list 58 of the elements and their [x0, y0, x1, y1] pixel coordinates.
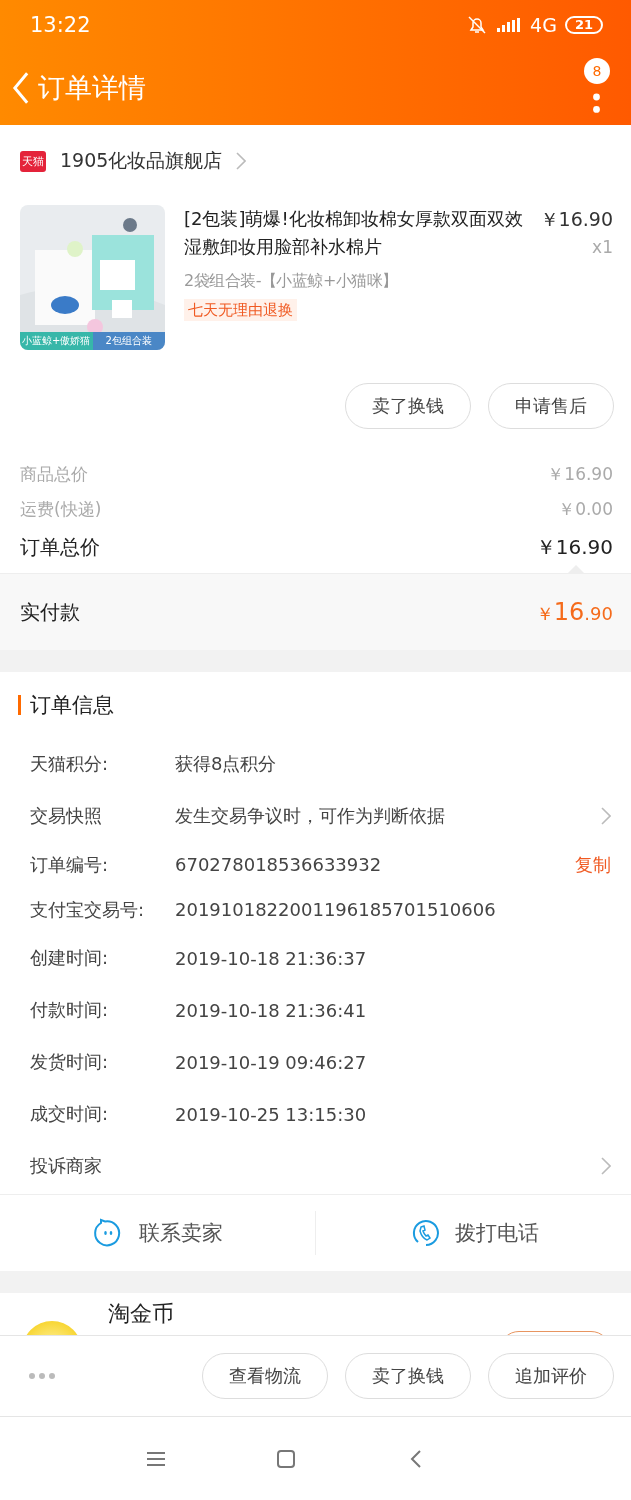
image-caption: 2包组合装 — [92, 332, 165, 350]
info-label: 成交时间: — [30, 1102, 110, 1126]
action-button[interactable]: 卖了换钱 — [345, 1353, 471, 1399]
info-label: 交易快照 — [30, 804, 103, 828]
image-caption: 小蓝鲸+傲娇猫 — [20, 332, 93, 350]
info-value: 2019-10-18 21:36:41 — [175, 999, 368, 1021]
info-label: 订单编号: — [30, 852, 110, 877]
info-label: 创建时间: — [30, 946, 110, 970]
product-price: ￥16.90 — [538, 207, 613, 232]
contact-label[interactable]: 拨打电话 — [454, 1219, 539, 1247]
home-icon[interactable] — [275, 1448, 296, 1469]
info-label: 投诉商家 — [30, 1154, 103, 1178]
coins-label: 淘金币 — [108, 1301, 175, 1327]
action-button[interactable]: 申请售后 — [488, 383, 614, 429]
info-label: 付款时间: — [30, 998, 110, 1022]
battery-level: 21 — [564, 16, 603, 34]
product-variant: 2袋组合装-【小蓝鲸+小猫咪】 — [184, 271, 399, 292]
price-value: ￥16.90 — [535, 533, 613, 561]
chevron-icon[interactable] — [601, 1157, 611, 1175]
platform-tag: 天猫 — [20, 150, 46, 172]
action-button[interactable]: 查看物流 — [202, 1353, 328, 1399]
info-label: 发货时间: — [30, 1050, 110, 1074]
info-value: 获得8点积分 — [175, 752, 278, 776]
contact-label[interactable]: 联系卖家 — [138, 1219, 223, 1247]
price-label: 订单总价 — [20, 533, 100, 561]
message-badge: 8 — [584, 57, 610, 84]
chevron-icon[interactable] — [236, 152, 247, 170]
info-value: 发生交易争议时，可作为判断依据 — [175, 804, 446, 828]
signal-icon — [496, 17, 523, 33]
info-label: 天猫积分: — [30, 752, 110, 776]
chevron-icon[interactable] — [601, 807, 611, 825]
shop-name[interactable]: 1905化妆品旗舰店 — [60, 148, 223, 174]
info-label: 支付宝交易号: — [30, 897, 146, 922]
action-button[interactable]: 卖了换钱 — [345, 383, 471, 429]
paid-label: 实付款 — [20, 598, 80, 626]
status-time: 13:22 — [30, 13, 91, 37]
price-label: 商品总价 — [20, 463, 88, 486]
price-label: 运费(快递) — [20, 498, 102, 521]
info-value: 2019101822001196185701510606 — [175, 899, 497, 920]
copy-link[interactable]: 复制 — [575, 852, 611, 877]
price-value: ￥0.00 — [558, 498, 613, 521]
price-value: ￥16.90 — [547, 463, 613, 486]
return-policy-tag: 七天无理由退换 — [184, 299, 297, 321]
info-value: 670278018536633932 — [175, 854, 383, 875]
info-value: 2019-10-25 13:15:30 — [175, 1103, 368, 1125]
accent-bar — [18, 695, 21, 715]
info-value: 2019-10-19 09:46:27 — [175, 1051, 368, 1073]
network-label: 4G — [530, 14, 557, 36]
product-title[interactable]: [2包装]萌爆!化妆棉卸妆棉女厚款双面双效湿敷卸妆用脸部补水棉片 — [184, 205, 533, 261]
product-quantity: x1 — [591, 236, 613, 259]
page-title: 订单详情 — [38, 70, 147, 105]
section-title: 订单信息 — [30, 692, 114, 719]
paid-amount: ￥16.90 — [535, 598, 613, 626]
action-button[interactable]: 追加评价 — [488, 1353, 614, 1399]
more-icon[interactable] — [28, 1372, 56, 1380]
chat-icon[interactable] — [92, 1218, 123, 1248]
info-value: 2019-10-18 21:36:37 — [175, 947, 368, 969]
back-icon[interactable] — [12, 71, 30, 104]
